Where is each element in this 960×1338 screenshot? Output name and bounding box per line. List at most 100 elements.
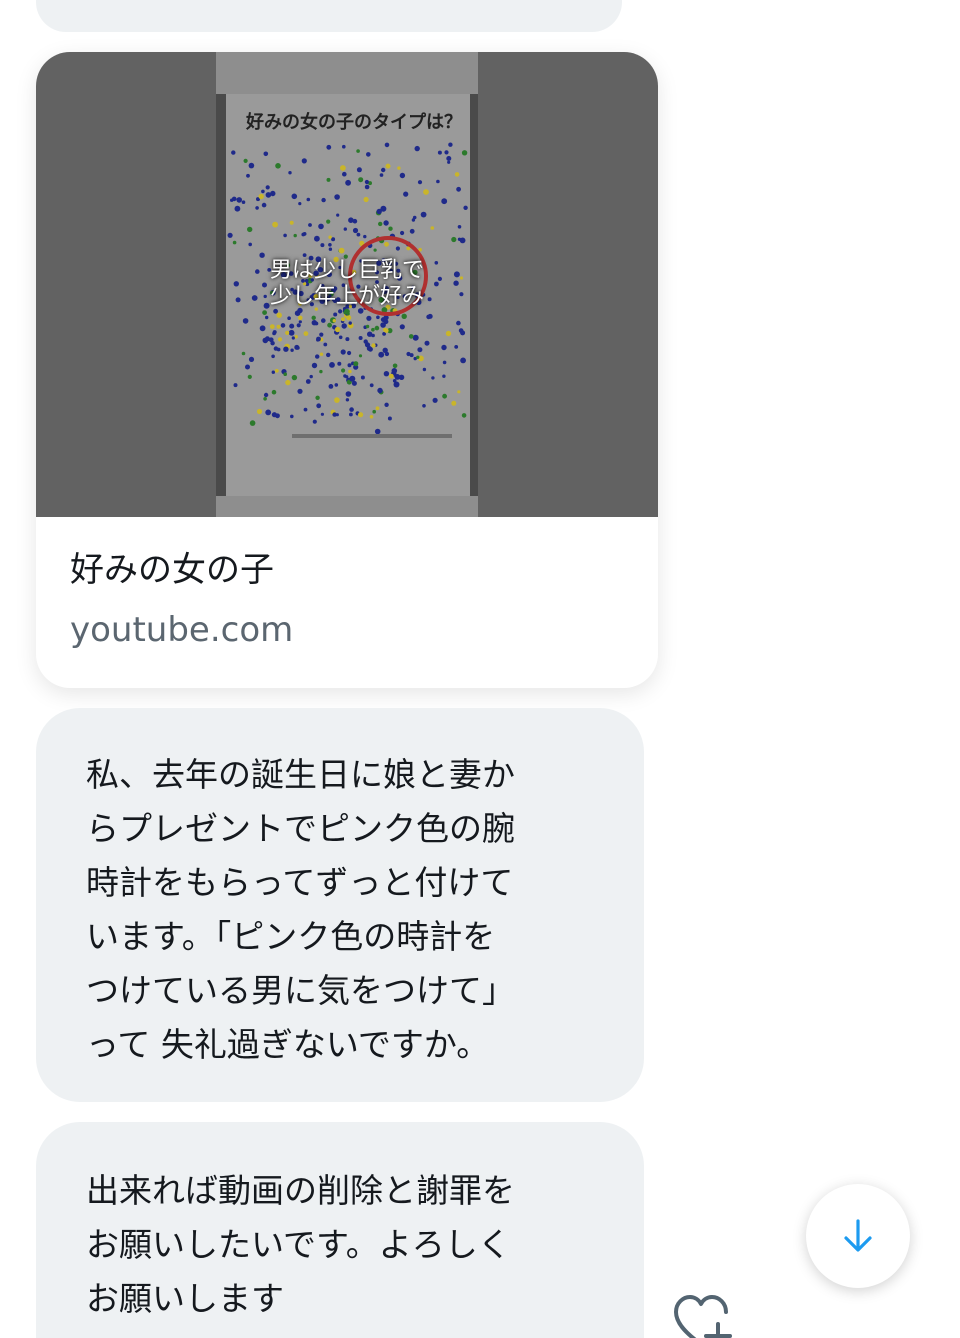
message-bubble[interactable]: 私、去年の誕生日に娘と妻か らプレゼントでピンク色の腕 時計をもらってずっと付け… — [36, 708, 644, 1102]
poster-dot — [248, 242, 252, 247]
poster-dot — [270, 341, 275, 346]
poster-dot — [388, 226, 393, 231]
poster-dot — [349, 375, 356, 382]
poster-dot — [447, 160, 451, 164]
poster-dot — [302, 253, 307, 257]
link-domain: youtube.com — [70, 610, 294, 650]
poster-dot — [263, 397, 267, 401]
poster-dot — [264, 336, 270, 342]
poster-dot — [348, 321, 352, 325]
poster-dot — [460, 357, 466, 364]
poster-dot — [285, 330, 290, 335]
poster-dot — [236, 197, 242, 203]
poster-dot — [288, 171, 292, 175]
poster-dot — [321, 318, 326, 323]
poster-dot — [293, 233, 297, 238]
poster-dot — [288, 329, 295, 336]
poster-dot — [442, 393, 447, 399]
poster-dot — [276, 312, 282, 318]
poster-dot — [338, 247, 345, 254]
link-preview-card[interactable]: 好みの女の子のタイプは？ 男は少し巨乳で 少し年上が好み 好みの女の子 yout… — [36, 52, 658, 688]
poster-dot — [321, 197, 326, 203]
poster-dot — [295, 346, 300, 350]
poster-dot — [298, 202, 302, 206]
poster-dot — [341, 317, 345, 322]
poster-dot — [334, 326, 341, 333]
poster-dot — [363, 196, 369, 203]
poster-dot — [315, 395, 320, 400]
poster-dot — [328, 247, 333, 251]
poster-dot — [329, 362, 335, 368]
poster-dot — [426, 314, 431, 320]
poster-dot — [272, 221, 278, 228]
poster-dot — [265, 409, 272, 416]
poster-dot — [265, 192, 272, 198]
poster-dot — [301, 158, 307, 164]
poster-dot — [276, 347, 281, 352]
poster-dot — [424, 340, 430, 346]
poster-dot — [371, 333, 375, 338]
poster-dot — [411, 218, 416, 222]
message-bubble[interactable]: 出来れば動画の削除と謝罪を お願いしたいです。よろしく お願いします — [36, 1122, 644, 1338]
poster-dot — [378, 351, 385, 358]
poster-dot — [333, 312, 338, 317]
poster-dot — [391, 368, 398, 374]
heart-plus-icon[interactable] — [672, 1292, 738, 1338]
poster-dot — [342, 171, 347, 177]
poster-dot — [241, 200, 246, 204]
poster-dot — [291, 374, 298, 381]
poster-dot — [347, 350, 352, 356]
poster-dot — [311, 362, 318, 369]
poster-dot — [374, 325, 380, 331]
poster-dot — [384, 402, 389, 407]
poster-dot — [262, 310, 267, 315]
poster-dot — [319, 369, 323, 374]
poster-dot — [334, 397, 340, 403]
poster-dot — [369, 415, 374, 419]
poster-dot — [290, 348, 294, 352]
poster-dot — [297, 388, 303, 394]
poster-dot — [348, 369, 352, 374]
poster-dot — [371, 327, 375, 332]
poster-dot — [342, 144, 346, 149]
poster-dot — [314, 235, 320, 242]
poster-dot — [303, 407, 308, 412]
link-title[interactable]: 好みの女の子 — [70, 542, 274, 591]
poster-dot — [399, 324, 405, 330]
poster-dot — [280, 323, 286, 328]
poster-dot — [256, 408, 263, 415]
poster-dot — [247, 374, 252, 379]
poster-dot — [417, 180, 423, 185]
poster-dot — [242, 318, 249, 324]
message-line: お願いします — [86, 1279, 284, 1318]
poster-dot — [326, 144, 332, 150]
poster-dot — [301, 232, 306, 237]
poster-dot — [332, 319, 336, 323]
poster-dot — [454, 345, 459, 349]
poster-dot — [336, 213, 340, 217]
poster-dot — [360, 375, 365, 380]
poster-dot — [441, 344, 447, 351]
poster-dot — [232, 240, 237, 245]
poster-dot — [408, 334, 414, 339]
poster-dot — [276, 324, 281, 329]
message-line: お願いしたいです。よろしく — [86, 1225, 511, 1264]
poster-dot — [298, 320, 302, 324]
message-line: 時計をもらってずっと付けて — [86, 863, 514, 902]
poster-dot — [290, 414, 294, 419]
video-thumbnail[interactable]: 好みの女の子のタイプは？ 男は少し巨乳で 少し年上が好み — [36, 52, 658, 517]
poster-dot — [291, 336, 295, 340]
poster-dot — [347, 363, 352, 368]
thumbnail-caption-line1: 男は少し巨乳で — [269, 258, 424, 283]
poster-dot — [364, 184, 370, 190]
poster-dot — [445, 330, 452, 337]
poster-dot — [319, 352, 324, 356]
message-line: つけている男に気をつけて」 — [86, 971, 515, 1010]
scroll-to-bottom-button[interactable] — [806, 1184, 910, 1288]
poster-dot — [368, 346, 373, 352]
poster-dot — [309, 374, 313, 379]
poster-dot — [296, 323, 301, 328]
poster-dot — [327, 322, 332, 328]
poster-dot — [385, 163, 391, 169]
poster-dot — [277, 337, 283, 342]
